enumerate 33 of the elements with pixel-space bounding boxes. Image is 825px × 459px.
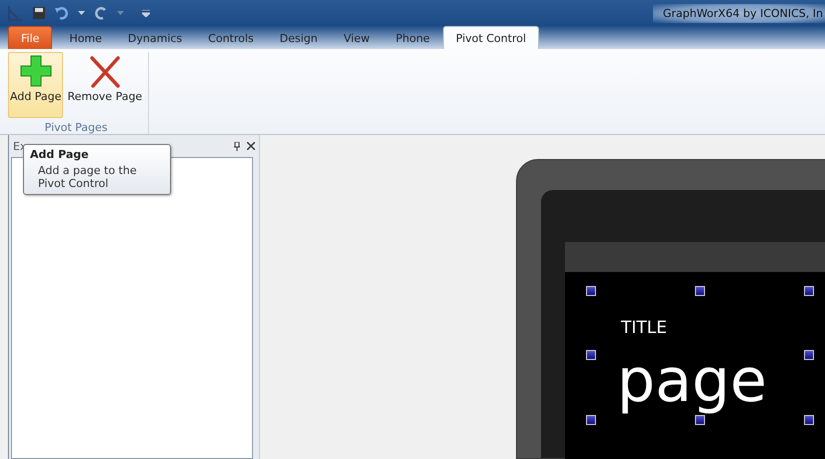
pin-icon[interactable] <box>233 142 241 150</box>
group-label: Pivot Pages <box>44 120 109 134</box>
customize-icon[interactable] <box>142 10 150 16</box>
caret-icon[interactable] <box>78 11 85 15</box>
file-menu-tab[interactable]: File <box>8 26 52 49</box>
x-icon <box>88 55 121 89</box>
selection-handle[interactable] <box>586 286 596 296</box>
pivot-page-text: page <box>617 348 767 414</box>
selection-handle[interactable] <box>804 415 814 425</box>
tooltip-text: Add a page to the Pivot Control <box>37 164 138 190</box>
ribbon-tab[interactable]: Design <box>266 26 331 49</box>
plus-icon <box>20 55 52 89</box>
selection-handle[interactable] <box>695 286 705 296</box>
ribbon-tab[interactable]: Dynamics <box>114 26 196 49</box>
ribbon-button[interactable]: Remove Page <box>65 52 144 118</box>
ribbon-button[interactable]: Add Page <box>8 52 64 118</box>
ribbon-tab[interactable]: Phone <box>382 26 443 49</box>
selection-handle[interactable] <box>804 286 814 296</box>
undo-icon[interactable] <box>54 6 70 20</box>
pivot-title: TITLE <box>621 318 667 338</box>
tooltip-title: Add Page <box>30 148 90 161</box>
selection-handle[interactable] <box>586 415 596 425</box>
close-icon[interactable] <box>247 142 255 150</box>
selection-handle[interactable] <box>695 415 705 425</box>
selection-handle[interactable] <box>804 350 814 360</box>
ribbon-tab[interactable]: View <box>330 26 383 49</box>
ribbon-tab[interactable]: Controls <box>195 26 267 49</box>
save-icon[interactable] <box>32 6 46 20</box>
selection-handle[interactable] <box>586 350 596 360</box>
window-title: GraphWorX64 by ICONICS, In <box>652 4 825 22</box>
ribbon-tab[interactable]: Home <box>56 26 115 49</box>
redo-icon[interactable] <box>93 6 109 20</box>
ribbon-tab[interactable]: Pivot Control <box>442 26 540 49</box>
